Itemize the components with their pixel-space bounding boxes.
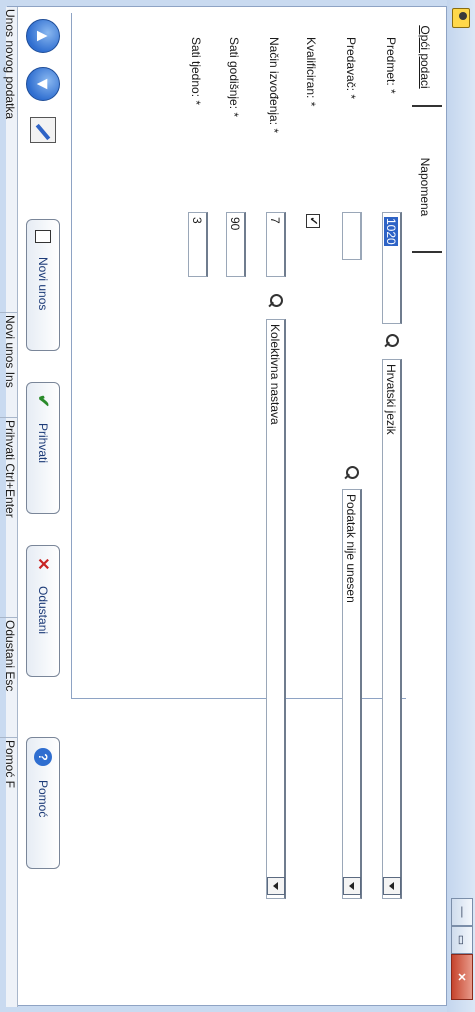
sati-tjedno-label: Sati tjedno: * xyxy=(189,37,203,106)
predavac-label: Predavač: * xyxy=(344,37,358,100)
predmet-dropdown-arrow[interactable] xyxy=(383,877,401,895)
predmet-label: Predmet: * xyxy=(384,37,398,94)
nacin-search-icon[interactable] xyxy=(268,293,284,309)
sati-godisnje-input[interactable]: 90 xyxy=(226,212,246,277)
status-shortcut-odustani: Odustani Esc xyxy=(0,617,17,692)
help-icon: ? xyxy=(34,748,52,766)
kvalificiran-checkbox[interactable]: ✓ xyxy=(306,214,320,228)
next-record-button[interactable]: ▼ xyxy=(26,67,60,101)
nacin-name-field: Kolektivna nastava xyxy=(266,319,286,899)
predmet-name-field: Hrvatski jezik xyxy=(382,359,402,899)
predavac-name-field: Podatak nije unesen xyxy=(342,489,362,899)
novi-unos-label: Novi unos xyxy=(36,257,50,311)
predmet-search-icon[interactable] xyxy=(384,333,400,349)
previous-record-button[interactable]: ▲ xyxy=(26,19,60,53)
status-shortcut-prihvati: Prihvati Ctrl+Enter xyxy=(0,417,17,518)
tab-divider xyxy=(412,251,442,253)
edit-icon[interactable] xyxy=(30,117,56,143)
status-bar: Unos novog podatka Novi unos Ins Prihvat… xyxy=(0,7,18,1007)
nacin-dropdown-arrow[interactable] xyxy=(267,877,285,895)
prihvati-label: Prihvati xyxy=(36,423,50,464)
close-window-button[interactable]: ✕ xyxy=(451,954,473,1000)
status-shortcut-novi-unos: Novi unos Ins xyxy=(0,312,17,388)
minimize-button[interactable]: — xyxy=(451,898,473,926)
status-shortcut-pomoc: Pomoć F xyxy=(0,737,17,789)
app-window: — ▭ ✕ Opći podaci Napomena Predmet: * Pr… xyxy=(0,0,475,1012)
kvalificiran-label: Kvalificiran: * xyxy=(304,37,318,107)
status-message: Unos novog podatka xyxy=(3,9,17,120)
predavac-code-input[interactable] xyxy=(342,212,362,260)
maximize-button[interactable]: ▭ xyxy=(451,926,473,954)
window-controls: — ▭ ✕ xyxy=(451,898,473,1000)
tab-opci-podaci[interactable]: Opći podaci xyxy=(414,17,436,97)
predavac-dropdown-arrow[interactable] xyxy=(343,877,361,895)
predmet-code-input[interactable]: 1020 xyxy=(382,212,402,324)
dialog-client: Opći podaci Napomena Predmet: * Predavač… xyxy=(0,6,447,1007)
prihvati-button[interactable]: ✔ Prihvati xyxy=(26,382,60,514)
odustani-button[interactable]: ✕ Odustani xyxy=(26,545,60,677)
nacin-code-input[interactable]: 7 xyxy=(266,212,286,277)
app-icon xyxy=(452,8,470,28)
tab-napomena[interactable]: Napomena xyxy=(414,142,436,232)
document-icon xyxy=(35,230,51,243)
predmet-code-selection: 1020 xyxy=(384,217,398,246)
pomoc-label: Pomoć xyxy=(36,780,50,818)
pomoc-button[interactable]: ? Pomoć xyxy=(26,737,60,869)
window-frame: — ▭ ✕ Opći podaci Napomena Predmet: * Pr… xyxy=(0,0,475,1012)
odustani-label: Odustani xyxy=(36,586,50,635)
title-bar: — ▭ ✕ xyxy=(447,0,475,1012)
predavac-search-icon[interactable] xyxy=(344,465,360,481)
novi-unos-button[interactable]: Novi unos xyxy=(26,219,60,351)
close-icon: ✕ xyxy=(34,557,51,571)
sati-godisnje-label: Sati godišnje: * xyxy=(227,37,241,118)
check-icon: ✔ xyxy=(34,394,51,408)
tab-divider xyxy=(412,105,442,107)
nacin-izvodenja-label: Način izvođenja: * xyxy=(267,37,281,134)
sati-tjedno-input[interactable]: 3 xyxy=(188,212,208,277)
